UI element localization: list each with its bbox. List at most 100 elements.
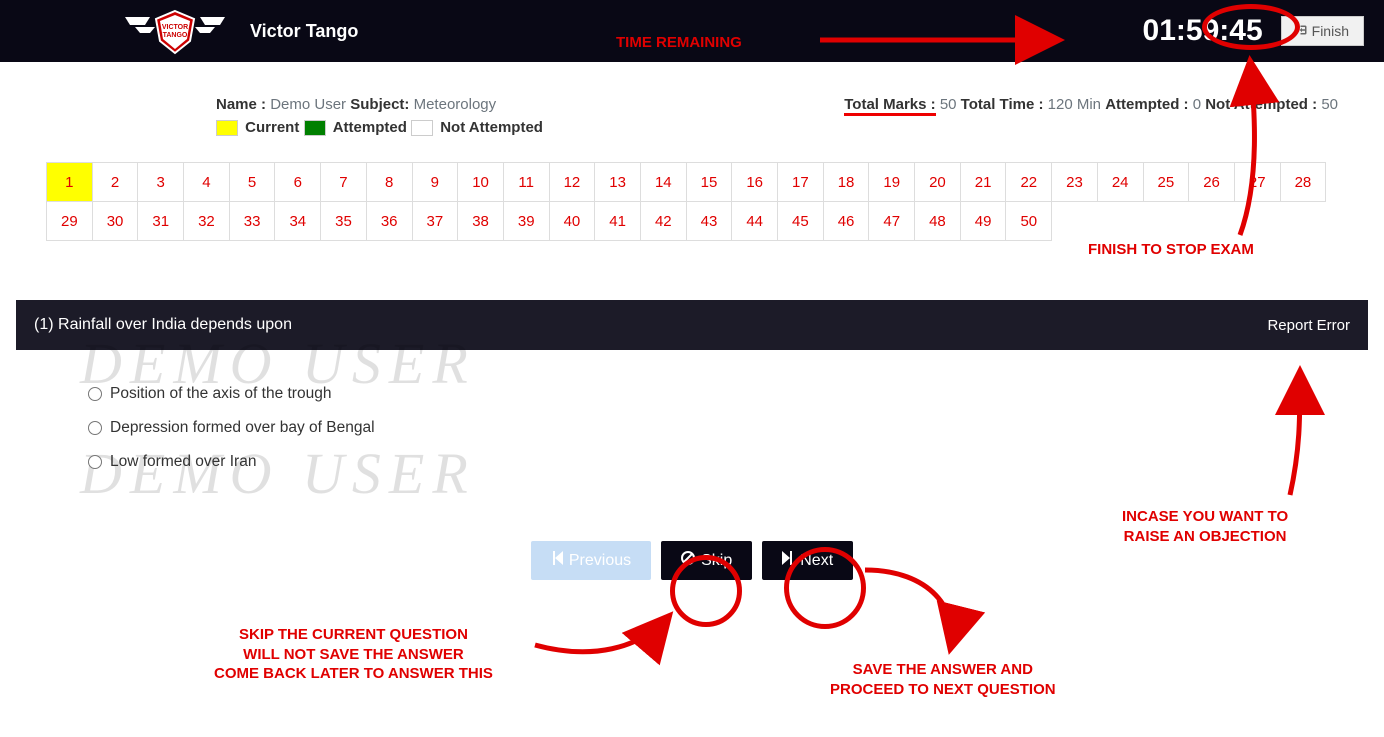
legend-not-attempted-box bbox=[411, 120, 433, 136]
question-nav-cell[interactable]: 27 bbox=[1234, 162, 1281, 202]
answer-option-text: Position of the axis of the trough bbox=[110, 385, 331, 403]
answer-option-text: Depression formed over bay of Bengal bbox=[110, 419, 375, 437]
question-nav-cell[interactable]: 23 bbox=[1051, 162, 1098, 202]
question-nav-cell[interactable]: 48 bbox=[914, 201, 961, 241]
legend-current-box bbox=[216, 120, 238, 136]
question-nav-cell[interactable]: 47 bbox=[868, 201, 915, 241]
name-label: Name : bbox=[216, 96, 266, 113]
question-nav-cell[interactable]: 31 bbox=[137, 201, 184, 241]
annotation-next: SAVE THE ANSWER AND PROCEED TO NEXT QUES… bbox=[830, 660, 1056, 699]
legend-current-label: Current bbox=[245, 119, 299, 136]
previous-icon bbox=[551, 551, 563, 570]
question-text: Rainfall over India depends upon bbox=[58, 316, 292, 333]
annotation-skip: SKIP THE CURRENT QUESTION WILL NOT SAVE … bbox=[214, 625, 493, 684]
question-nav-cell[interactable]: 18 bbox=[823, 162, 870, 202]
legend-row: Current Attempted Not Attempted bbox=[216, 119, 1338, 136]
question-nav-cell[interactable]: 44 bbox=[731, 201, 778, 241]
question-nav-cell[interactable]: 6 bbox=[274, 162, 321, 202]
answer-radio[interactable] bbox=[88, 421, 102, 435]
question-nav-cell[interactable]: 35 bbox=[320, 201, 367, 241]
question-nav-cell[interactable]: 50 bbox=[1005, 201, 1052, 241]
question-nav-cell[interactable]: 10 bbox=[457, 162, 504, 202]
annotation-finish: FINISH TO STOP EXAM bbox=[1088, 240, 1254, 260]
previous-button[interactable]: Previous bbox=[531, 541, 651, 580]
question-nav-cell[interactable]: 14 bbox=[640, 162, 687, 202]
question-nav-cell[interactable]: 1 bbox=[46, 162, 93, 202]
question-nav-cell[interactable]: 17 bbox=[777, 162, 824, 202]
report-error-link[interactable]: Report Error bbox=[1267, 317, 1350, 334]
question-nav-cell[interactable]: 22 bbox=[1005, 162, 1052, 202]
question-nav-cell[interactable]: 11 bbox=[503, 162, 550, 202]
next-button[interactable]: Next bbox=[762, 541, 853, 580]
question-nav-cell[interactable]: 28 bbox=[1280, 162, 1327, 202]
not-attempted-value: 50 bbox=[1321, 96, 1338, 113]
question-nav-cell[interactable]: 8 bbox=[366, 162, 413, 202]
previous-button-label: Previous bbox=[569, 552, 631, 570]
question-nav-cell[interactable]: 7 bbox=[320, 162, 367, 202]
question-nav-cell[interactable]: 2 bbox=[92, 162, 139, 202]
name-value: Demo User bbox=[270, 96, 346, 113]
brand-logo: VICTOR TANGO bbox=[120, 5, 230, 57]
answer-option-text: Low formed over Iran bbox=[110, 453, 256, 471]
question-nav-cell[interactable]: 29 bbox=[46, 201, 93, 241]
nav-buttons-row: Previous Skip Next bbox=[46, 541, 1338, 580]
svg-text:VICTOR: VICTOR bbox=[162, 24, 188, 31]
question-nav-cell[interactable]: 49 bbox=[960, 201, 1007, 241]
question-nav-cell[interactable]: 12 bbox=[549, 162, 596, 202]
question-nav-cell[interactable]: 33 bbox=[229, 201, 276, 241]
legend-attempted-label: Attempted bbox=[333, 119, 407, 136]
skip-button-label: Skip bbox=[701, 552, 732, 570]
question-nav-cell[interactable]: 30 bbox=[92, 201, 139, 241]
svg-text:TANGO: TANGO bbox=[163, 32, 188, 39]
total-marks-label: Total Marks : bbox=[844, 96, 935, 116]
legend-attempted-box bbox=[304, 120, 326, 136]
answer-options: Position of the axis of the trough Depres… bbox=[88, 385, 1338, 471]
question-nav-cell[interactable]: 4 bbox=[183, 162, 230, 202]
question-nav-cell[interactable]: 40 bbox=[549, 201, 596, 241]
question-nav-cell[interactable]: 21 bbox=[960, 162, 1007, 202]
question-nav-cell[interactable]: 32 bbox=[183, 201, 230, 241]
answer-radio[interactable] bbox=[88, 455, 102, 469]
question-nav-cell[interactable]: 3 bbox=[137, 162, 184, 202]
question-nav-cell[interactable]: 41 bbox=[594, 201, 641, 241]
skip-button[interactable]: Skip bbox=[661, 541, 752, 580]
exam-info-row: Name : Demo User Subject: Meteorology To… bbox=[46, 96, 1338, 113]
question-nav-cell[interactable]: 34 bbox=[274, 201, 321, 241]
attempted-value: 0 bbox=[1193, 96, 1201, 113]
attempted-label: Attempted : bbox=[1105, 96, 1188, 113]
question-nav-cell[interactable]: 26 bbox=[1188, 162, 1235, 202]
question-nav-cell[interactable]: 9 bbox=[412, 162, 459, 202]
question-nav-cell[interactable]: 16 bbox=[731, 162, 778, 202]
answer-option[interactable]: Low formed over Iran bbox=[88, 453, 1338, 471]
question-nav-cell[interactable]: 13 bbox=[594, 162, 641, 202]
subject-label: Subject: bbox=[350, 96, 409, 113]
question-nav-cell[interactable]: 45 bbox=[777, 201, 824, 241]
answer-radio[interactable] bbox=[88, 387, 102, 401]
question-nav-cell[interactable]: 37 bbox=[412, 201, 459, 241]
question-nav-cell[interactable]: 43 bbox=[686, 201, 733, 241]
question-nav-cell[interactable]: 39 bbox=[503, 201, 550, 241]
timer-display: 01:59:45 bbox=[1143, 14, 1263, 48]
finish-button[interactable]: Finish bbox=[1281, 16, 1364, 46]
question-nav-cell[interactable]: 24 bbox=[1097, 162, 1144, 202]
answer-option[interactable]: Depression formed over bay of Bengal bbox=[88, 419, 1338, 437]
question-nav-cell[interactable]: 15 bbox=[686, 162, 733, 202]
brand-title: Victor Tango bbox=[250, 21, 358, 42]
question-nav-cell[interactable]: 5 bbox=[229, 162, 276, 202]
app-header: VICTOR TANGO Victor Tango 01:59:45 Finis… bbox=[0, 0, 1384, 62]
question-nav-cell[interactable]: 25 bbox=[1143, 162, 1190, 202]
question-nav-cell[interactable]: 42 bbox=[640, 201, 687, 241]
annotation-objection: INCASE YOU WANT TO RAISE AN OBJECTION bbox=[1122, 507, 1288, 546]
question-header: (1) Rainfall over India depends upon Rep… bbox=[16, 300, 1368, 350]
next-icon bbox=[782, 551, 794, 570]
question-number: (1) bbox=[34, 316, 54, 333]
next-button-label: Next bbox=[800, 552, 833, 570]
annotation-time-remaining: TIME REMAINING bbox=[616, 33, 742, 53]
question-nav-cell[interactable]: 19 bbox=[868, 162, 915, 202]
question-nav-cell[interactable]: 46 bbox=[823, 201, 870, 241]
subject-value: Meteorology bbox=[414, 96, 497, 113]
question-nav-cell[interactable]: 38 bbox=[457, 201, 504, 241]
question-nav-cell[interactable]: 20 bbox=[914, 162, 961, 202]
question-nav-cell[interactable]: 36 bbox=[366, 201, 413, 241]
answer-option[interactable]: Position of the axis of the trough bbox=[88, 385, 1338, 403]
